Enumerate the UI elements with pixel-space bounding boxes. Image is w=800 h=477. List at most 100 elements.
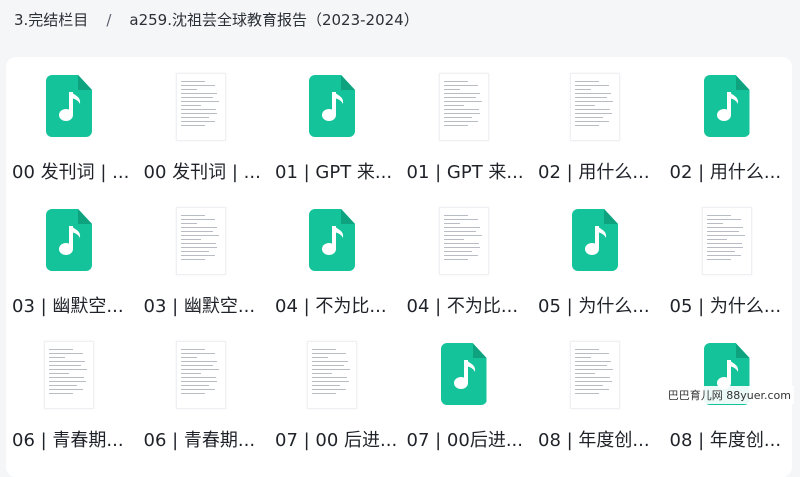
- text-line: [312, 369, 350, 370]
- text-line: [180, 85, 215, 86]
- music-note-icon: [716, 92, 738, 121]
- text-line: [706, 231, 739, 232]
- text-line: [180, 259, 205, 260]
- document-page: [570, 73, 620, 141]
- text-line: [443, 219, 478, 220]
- file-name: 01 | GPT 来...: [406, 162, 524, 183]
- text-line: [180, 215, 205, 216]
- text-line: [49, 365, 81, 366]
- text-line: [312, 365, 344, 366]
- breadcrumb: 3.完结栏目 / a259.沈祖芸全球教育报告（2023-2024）: [14, 9, 419, 30]
- text-line: [180, 251, 209, 252]
- file-item[interactable]: 06 | 青春期...: [138, 325, 266, 455]
- text-line: [312, 349, 336, 350]
- text-line: [49, 381, 86, 382]
- file-name: 02 | 用什么...: [538, 162, 650, 183]
- text-line: [443, 235, 482, 236]
- text-line: [575, 381, 612, 382]
- text-line: [312, 393, 336, 394]
- text-line: [180, 349, 205, 350]
- music-file-body: [703, 75, 750, 137]
- text-line: [575, 393, 599, 394]
- text-line: [180, 353, 215, 354]
- text-line: [575, 97, 607, 98]
- text-line: [180, 223, 197, 224]
- text-line: [180, 389, 215, 390]
- text-line: [443, 247, 481, 248]
- document-page: [438, 207, 489, 275]
- file-item[interactable]: 04 | 不为比...: [401, 191, 529, 321]
- file-item[interactable]: 06 | 青春期...: [6, 325, 134, 455]
- file-name: 00 发刊词 | ...: [143, 162, 261, 183]
- document-thumbnail-icon: [172, 71, 230, 143]
- file-item[interactable]: 05 | 为什么...: [532, 191, 660, 321]
- text-line: [180, 393, 205, 394]
- text-line: [706, 227, 743, 228]
- text-line: [706, 251, 735, 252]
- file-name: 01 | GPT 来...: [275, 162, 393, 183]
- file-item[interactable]: 02 | 用什么...: [532, 57, 660, 187]
- document-thumbnail-icon: [40, 339, 98, 411]
- file-item[interactable]: 05 | 为什么...: [664, 191, 792, 321]
- file-name: 07 | 00 后进...: [275, 430, 397, 451]
- document-thumbnail-icon: [435, 205, 493, 277]
- text-line: [312, 381, 349, 382]
- text-line: [180, 93, 217, 94]
- text-line: [575, 365, 607, 366]
- file-item[interactable]: 03 | 幽默空...: [6, 191, 134, 321]
- text-line: [706, 219, 741, 220]
- file-item[interactable]: 01 | GPT 来...: [269, 57, 397, 187]
- text-line: [575, 385, 603, 386]
- text-line: [575, 113, 612, 114]
- text-line: [443, 89, 460, 90]
- text-line: [443, 125, 468, 126]
- text-line: [443, 227, 480, 228]
- file-item[interactable]: 02 | 用什么...: [664, 57, 792, 187]
- file-name: 06 | 青春期...: [143, 430, 256, 451]
- music-file-body: [46, 75, 92, 137]
- music-file-icon: [566, 205, 624, 277]
- text-line: [312, 377, 348, 378]
- text-line: [180, 219, 215, 220]
- breadcrumb-separator: /: [106, 11, 112, 29]
- text-line: [180, 385, 209, 386]
- document-thumbnail-icon: [172, 205, 230, 277]
- text-line: [180, 113, 218, 114]
- document-thumbnail-icon: [435, 71, 493, 143]
- text-line: [706, 215, 731, 216]
- file-item[interactable]: 07 | 00 后进...: [269, 325, 397, 455]
- text-line: [443, 239, 464, 240]
- text-line: [180, 243, 216, 244]
- text-line: [180, 231, 213, 232]
- file-item[interactable]: 08 | 年度创...: [532, 325, 660, 455]
- music-note-icon: [585, 226, 607, 255]
- text-line: [49, 373, 69, 374]
- text-line: [443, 109, 479, 110]
- file-name: 05 | 为什么...: [538, 296, 650, 317]
- watermark: 巴巴育儿网 88yuer.com: [664, 386, 794, 404]
- breadcrumb-parent-link[interactable]: 3.完结栏目: [14, 11, 88, 29]
- page-fold: [78, 209, 92, 224]
- document-thumbnail-icon: [566, 339, 624, 411]
- file-item[interactable]: 04 | 不为比...: [269, 191, 397, 321]
- text-line: [575, 373, 595, 374]
- file-name: 03 | 幽默空...: [143, 296, 256, 317]
- file-item[interactable]: 00 发刊词 | ...: [138, 57, 266, 187]
- text-line: [180, 117, 209, 118]
- text-line: [49, 349, 73, 350]
- text-line: [706, 239, 727, 240]
- file-item[interactable]: 01 | GPT 来...: [401, 57, 529, 187]
- text-line: [180, 365, 213, 366]
- text-line: [443, 259, 468, 260]
- file-item[interactable]: 07 | 00后进...: [401, 325, 529, 455]
- file-item[interactable]: 03 | 幽默空...: [138, 191, 266, 321]
- text-line: [575, 85, 609, 86]
- page-fold: [472, 343, 487, 358]
- text-line: [180, 381, 218, 382]
- file-name: 00 发刊词 | ...: [12, 162, 130, 183]
- file-item[interactable]: 00 发刊词 | ...: [6, 57, 134, 187]
- text-line: [312, 353, 346, 354]
- document-page: [438, 73, 489, 141]
- text-line: [443, 105, 464, 106]
- text-line: [443, 251, 472, 252]
